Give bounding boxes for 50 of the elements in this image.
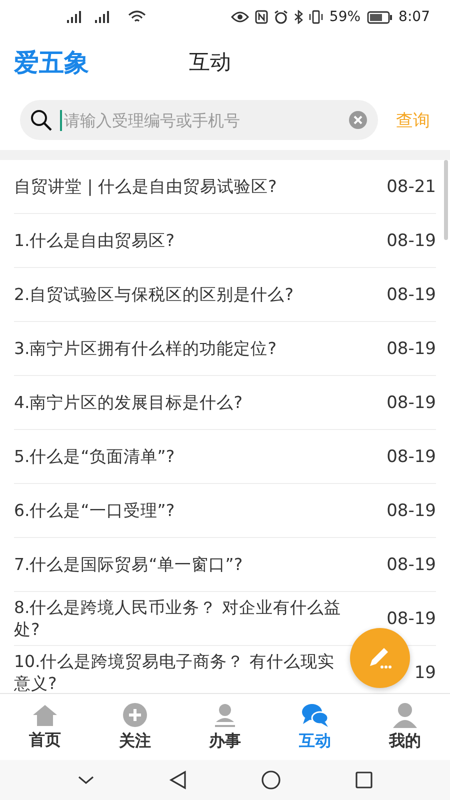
question-date: 08-19: [386, 230, 436, 250]
question-title[interactable]: 自贸讲堂 | 什么是自由贸易试验区?: [14, 176, 344, 198]
question-date: 08-19: [386, 500, 436, 520]
question-date: 08-19: [386, 284, 436, 304]
search-field[interactable]: 请输入受理编号或手机号: [20, 100, 378, 140]
nav-tab[interactable]: 我的: [360, 694, 450, 760]
question-title[interactable]: 1.什么是自由贸易区?: [14, 230, 344, 252]
nav-tab[interactable]: 互动: [270, 694, 360, 760]
home-circle-icon[interactable]: [261, 770, 281, 790]
search-input[interactable]: 请输入受理编号或手机号: [60, 110, 340, 130]
nav-tab[interactable]: 办事: [180, 694, 270, 760]
question-title[interactable]: 6.什么是“一口受理”?: [14, 500, 344, 522]
question-title[interactable]: 2.自贸试验区与保税区的区别是什么?: [14, 284, 344, 306]
eye-icon: [231, 11, 250, 23]
clear-icon[interactable]: [348, 110, 368, 130]
person-icon: [212, 702, 238, 728]
question-date: 08-19: [386, 446, 436, 466]
home-icon: [32, 703, 58, 727]
chat-icon: [301, 702, 329, 728]
collapse-icon[interactable]: [77, 775, 95, 785]
clock-time: 8:07: [398, 9, 430, 25]
alarm-icon: [274, 10, 288, 24]
plus-icon: [122, 702, 148, 728]
bluetooth-icon: [294, 10, 304, 24]
recents-icon[interactable]: [355, 771, 373, 789]
search-icon: [30, 109, 52, 131]
question-date: 08-19: [386, 392, 436, 412]
vibrate-icon: [309, 10, 324, 24]
question-date: 08-19: [386, 608, 436, 628]
wifi-icon: [128, 10, 146, 24]
battery-percent: 59%: [329, 9, 361, 25]
scroll-bar[interactable]: [444, 160, 448, 240]
question-title[interactable]: 8.什么是跨境人民币业务？ 对企业有什么益处?: [14, 596, 344, 640]
nav-tab[interactable]: 首页: [0, 694, 90, 760]
question-title[interactable]: 4.南宁片区的发展目标是什么?: [14, 392, 344, 414]
app-logo: 爱五象: [14, 46, 90, 78]
back-icon[interactable]: [169, 770, 187, 790]
question-title[interactable]: 10.什么是跨境贸易电子商务？ 有什么现实意义?: [14, 650, 344, 693]
question-title[interactable]: 5.什么是“负面清单”?: [14, 446, 344, 468]
question-date: 08-19: [386, 554, 436, 574]
question-date: 08-19: [386, 338, 436, 358]
question-title[interactable]: 3.南宁片区拥有什么样的功能定位?: [14, 338, 344, 360]
question-date: 08-21: [386, 176, 436, 196]
user-icon: [392, 702, 418, 728]
battery-icon: [366, 10, 393, 24]
page-title: 互动: [189, 49, 231, 76]
question-date: 19: [414, 662, 436, 682]
nfc-icon: [255, 10, 268, 24]
nav-tab[interactable]: 关注: [90, 694, 180, 760]
question-title[interactable]: 7.什么是国际贸易“单一窗口”?: [14, 554, 344, 576]
